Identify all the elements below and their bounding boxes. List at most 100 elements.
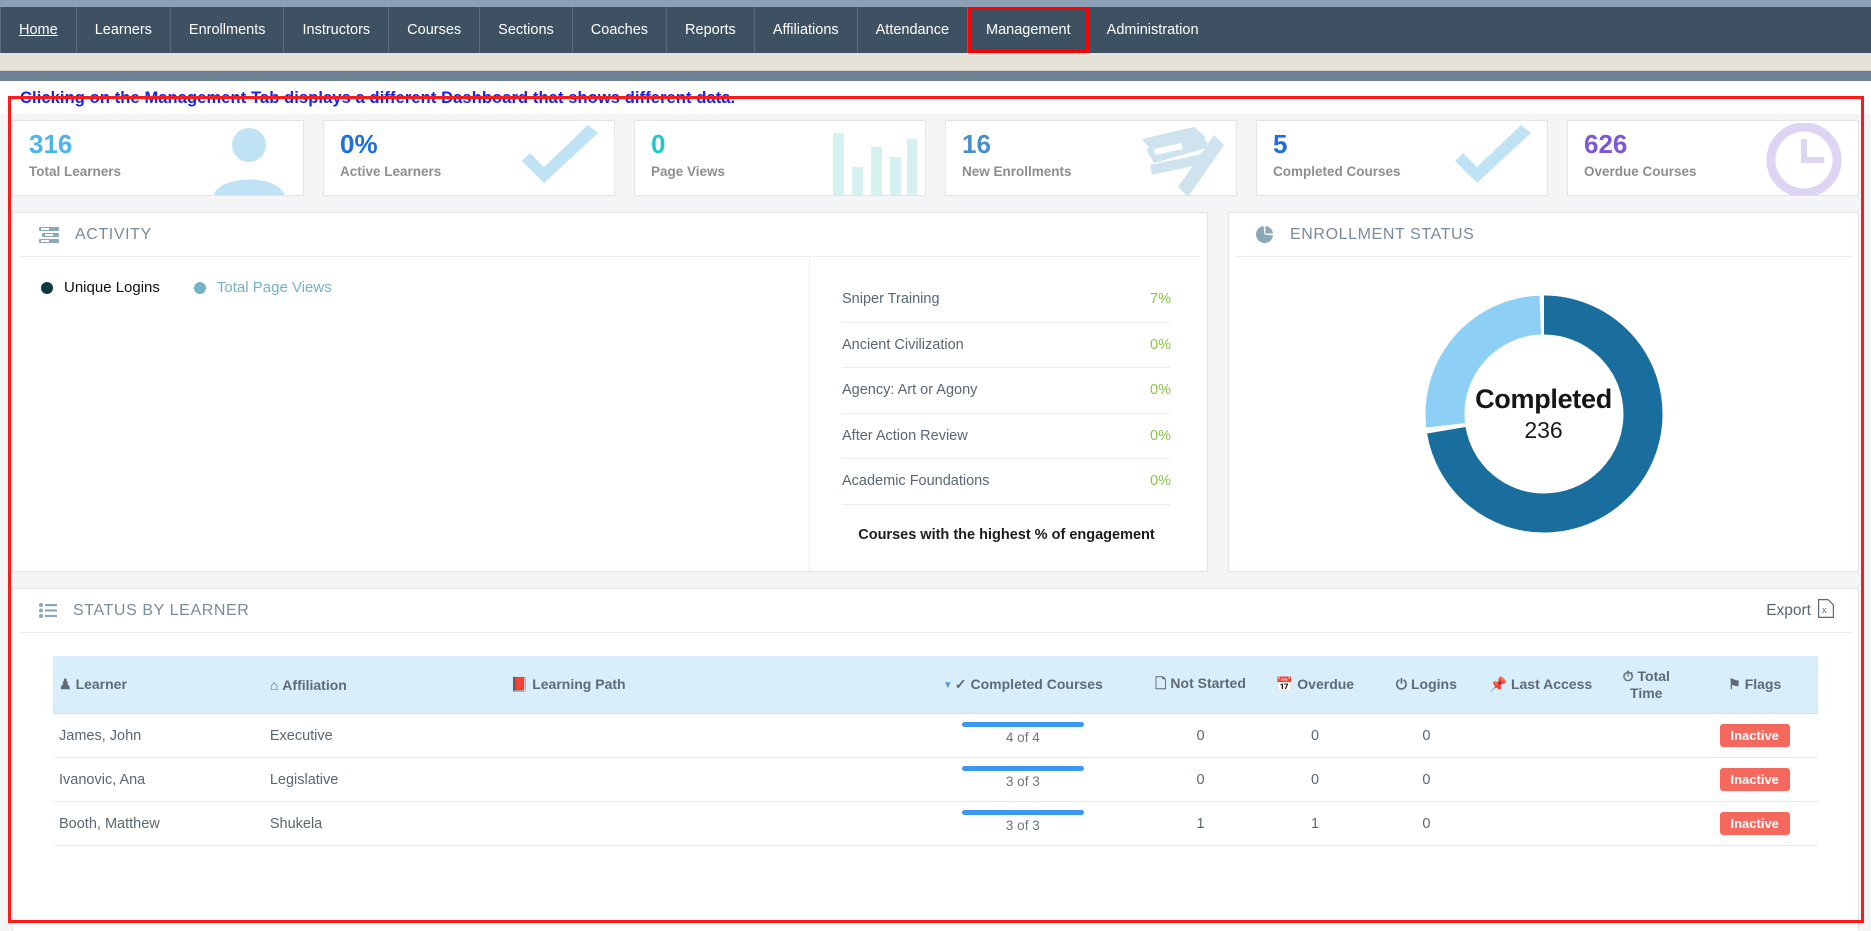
total-time-cell <box>1601 802 1691 846</box>
enrollment-panel-title: ENROLLMENT STATUS <box>1290 226 1474 244</box>
column-header-label: Flags <box>1745 676 1782 692</box>
nav-item-home[interactable]: Home <box>0 7 77 53</box>
nav-item-attendance[interactable]: Attendance <box>858 7 968 53</box>
column-header-overdue[interactable]: 📅Overdue <box>1258 656 1372 714</box>
main-navigation: Home Learners Enrollments Instructors Course… <box>0 7 1871 53</box>
course-engagement-row[interactable]: After Action Review0% <box>842 414 1171 460</box>
logins-cell: 0 <box>1372 714 1480 758</box>
nav-item-reports[interactable]: Reports <box>667 7 755 53</box>
column-header-learner[interactable]: ♟Learner <box>53 656 264 714</box>
learning-path-cell <box>505 714 903 758</box>
person-icon: ♟ <box>59 676 72 692</box>
top-courses-list: Sniper Training7%Ancient Civilization0%A… <box>809 257 1207 571</box>
learner-name-link[interactable]: James, John <box>53 714 264 758</box>
nav-item-label: Affiliations <box>773 22 839 38</box>
course-engagement-row[interactable]: Agency: Art or Agony0% <box>842 368 1171 414</box>
nav-item-label: Instructors <box>302 22 370 38</box>
stat-card-new-enrollments[interactable]: 16New Enrollments <box>945 120 1237 196</box>
column-header-not-started[interactable]: 🗋Not Started <box>1143 656 1257 714</box>
status-by-learner-panel: STATUS BY LEARNER Export x ♟Learner⌂Affi… <box>12 588 1859 931</box>
stopwatch-icon: ⏱ <box>1623 668 1634 684</box>
course-engagement-row[interactable]: Sniper Training 7% <box>842 277 1171 323</box>
column-header-total-time[interactable]: ⏱Total Time <box>1601 656 1691 714</box>
nav-item-enrollments[interactable]: Enrollments <box>171 7 285 53</box>
stat-card-total-learners[interactable]: 316Total Learners <box>12 120 304 196</box>
course-engagement-row[interactable]: Academic Foundations0% <box>842 459 1171 505</box>
course-engagement-percent: 7% <box>1150 291 1171 307</box>
home-icon: ⌂ <box>270 677 278 693</box>
total-time-cell <box>1601 714 1691 758</box>
column-header-logins[interactable]: ⏻Logins <box>1372 656 1480 714</box>
check-icon: ✓ <box>955 676 967 692</box>
clock-icon <box>1758 123 1850 196</box>
engagement-caption: Courses with the highest % of engagement <box>842 527 1171 543</box>
table-row[interactable]: Ivanovic, AnaLegislative3 of 3000Inactiv… <box>53 758 1818 802</box>
export-button[interactable]: Export x <box>1766 599 1834 623</box>
overdue-cell: 1 <box>1258 802 1372 846</box>
course-name: Sniper Training <box>842 291 940 307</box>
table-row[interactable]: James, JohnExecutive4 of 4000Inactive <box>53 714 1818 758</box>
nav-item-coaches[interactable]: Coaches <box>573 7 667 53</box>
column-header-completed-courses[interactable]: ▼✓Completed Courses <box>902 656 1143 714</box>
progress-label: 3 of 3 <box>908 818 1137 833</box>
course-engagement-percent: 0% <box>1150 428 1171 444</box>
completed-courses-cell: 4 of 4 <box>902 714 1143 758</box>
progress-bar <box>962 722 1084 727</box>
course-engagement-percent: 0% <box>1150 337 1171 353</box>
nav-item-sections[interactable]: Sections <box>480 7 573 53</box>
nav-item-label: Sections <box>498 22 554 38</box>
progress-label: 4 of 4 <box>908 730 1137 745</box>
nav-item-management[interactable]: Management <box>968 7 1089 53</box>
export-label: Export <box>1766 602 1811 620</box>
status-panel-title-group: STATUS BY LEARNER <box>39 602 249 620</box>
column-header-learning-path[interactable]: 📕Learning Path <box>505 656 903 714</box>
not-started-cell: 0 <box>1143 758 1257 802</box>
stat-card-active-learners[interactable]: 0%Active Learners <box>323 120 615 196</box>
enrollment-panel-header: ENROLLMENT STATUS <box>1235 213 1852 257</box>
legend-item-total-page-views[interactable]: Total Page Views <box>194 279 332 296</box>
column-header-label: Learning Path <box>532 676 625 692</box>
stat-card-page-views[interactable]: 0Page Views <box>634 120 926 196</box>
affiliation-cell: Shukela <box>264 802 505 846</box>
learning-path-cell <box>505 802 903 846</box>
last-access-cell <box>1481 758 1601 802</box>
activity-panel-header: ACTIVITY <box>19 213 1201 257</box>
nav-item-affiliations[interactable]: Affiliations <box>755 7 858 53</box>
grey-separator <box>0 71 1871 81</box>
activity-icon <box>39 227 59 243</box>
column-header-label: Not Started <box>1170 675 1245 691</box>
column-header-flags[interactable]: ⚑Flags <box>1691 656 1818 714</box>
nav-item-label: Enrollments <box>189 22 266 38</box>
nav-item-label: Home <box>19 22 58 38</box>
excel-file-icon: x <box>1818 599 1834 623</box>
nav-item-learners[interactable]: Learners <box>77 7 171 53</box>
legend-item-unique-logins[interactable]: Unique Logins <box>41 279 160 296</box>
sort-descending-icon: ▼ <box>943 680 953 691</box>
book-icon: 📕 <box>511 676 528 692</box>
power-icon: ⏻ <box>1396 676 1407 692</box>
stat-card-completed-courses[interactable]: 5Completed Courses <box>1256 120 1548 196</box>
course-engagement-percent: 0% <box>1150 382 1171 398</box>
course-engagement-row[interactable]: Ancient Civilization0% <box>842 323 1171 369</box>
learner-name-link[interactable]: Ivanovic, Ana <box>53 758 264 802</box>
learner-name-link[interactable]: Booth, Matthew <box>53 802 264 846</box>
stat-card-overdue-courses[interactable]: 626Overdue Courses <box>1567 120 1859 196</box>
logins-cell: 0 <box>1372 802 1480 846</box>
activity-panel-body: Unique Logins Total Page Views Sniper Tra… <box>13 257 1207 571</box>
pie-chart-icon <box>1255 225 1274 244</box>
column-header-last-access[interactable]: 📌Last Access <box>1481 656 1601 714</box>
progress-label: 3 of 3 <box>908 774 1137 789</box>
learners-table-body: James, JohnExecutive4 of 4000InactiveIva… <box>53 714 1818 846</box>
nav-item-courses[interactable]: Courses <box>389 7 480 53</box>
activity-panel-title: ACTIVITY <box>75 226 152 244</box>
activity-legend: Unique Logins Total Page Views <box>41 279 809 296</box>
table-row[interactable]: Booth, MatthewShukela3 of 3110Inactive <box>53 802 1818 846</box>
progress-bar <box>962 810 1084 815</box>
dashboard-container: 316Total Learners0%Active Learners0Page … <box>0 114 1871 931</box>
activity-panel: ACTIVITY Unique Logins Total Page Views S… <box>12 212 1208 572</box>
nav-item-administration[interactable]: Administration <box>1089 7 1217 53</box>
column-header-affiliation[interactable]: ⌂Affiliation <box>264 656 505 714</box>
affiliation-cell: Executive <box>264 714 505 758</box>
nav-item-instructors[interactable]: Instructors <box>284 7 389 53</box>
flag-icon: ⚑ <box>1728 676 1741 692</box>
